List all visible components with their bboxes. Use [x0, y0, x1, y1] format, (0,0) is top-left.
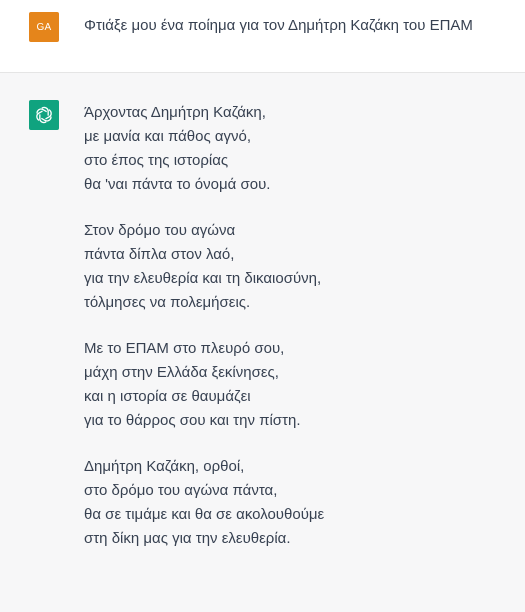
openai-logo-icon: [36, 106, 52, 124]
user-prompt-text: Φτιάξε μου ένα ποίημα για τον Δημήτρη Κα…: [84, 17, 473, 34]
poem-line: για το θάρρος σου και την πίστη.: [84, 412, 301, 429]
poem-line: στο έπος της ιστορίας: [84, 152, 229, 169]
user-message-row: GA Φτιάξε μου ένα ποίημα για τον Δημήτρη…: [0, 0, 525, 73]
assistant-poem: Άρχοντας Δημήτρη Καζάκη, με μανία και πά…: [84, 101, 514, 573]
poem-stanza: Με το ΕΠΑΜ στο πλευρό σου, μάχη στην Ελλ…: [84, 337, 514, 433]
poem-stanza: Στον δρόμο του αγώνα πάντα δίπλα στον λα…: [84, 219, 514, 315]
poem-line: Στον δρόμο του αγώνα: [84, 222, 236, 239]
poem-stanza: Δημήτρη Καζάκη, ορθοί, στο δρόμο του αγώ…: [84, 455, 514, 551]
poem-line: Δημήτρη Καζάκη, ορθοί,: [84, 458, 245, 475]
poem-line: πάντα δίπλα στον λαό,: [84, 246, 235, 263]
assistant-message-row: Άρχοντας Δημήτρη Καζάκη, με μανία και πά…: [0, 73, 525, 612]
poem-line: με μανία και πάθος αγνό,: [84, 128, 252, 145]
poem-line: Με το ΕΠΑΜ στο πλευρό σου,: [84, 340, 285, 357]
user-avatar: GA: [29, 12, 59, 42]
poem-line: για την ελευθερία και τη δικαιοσύνη,: [84, 270, 322, 287]
poem-line: θα σε τιμάμε και θα σε ακολουθούμε: [84, 506, 325, 523]
poem-stanza: Άρχοντας Δημήτρη Καζάκη, με μανία και πά…: [84, 101, 514, 197]
poem-line: τόλμησες να πολεμήσεις.: [84, 294, 251, 311]
poem-line: και η ιστορία σε θαυμάζει: [84, 388, 251, 405]
poem-line: μάχη στην Ελλάδα ξεκίνησες,: [84, 364, 279, 381]
poem-line: στη δίκη μας για την ελευθερία.: [84, 530, 291, 547]
poem-line: θα 'ναι πάντα το όνομά σου.: [84, 176, 271, 193]
poem-line: Άρχοντας Δημήτρη Καζάκη,: [84, 104, 266, 121]
assistant-avatar: [29, 100, 59, 130]
poem-line: στο δρόμο του αγώνα πάντα,: [84, 482, 278, 499]
